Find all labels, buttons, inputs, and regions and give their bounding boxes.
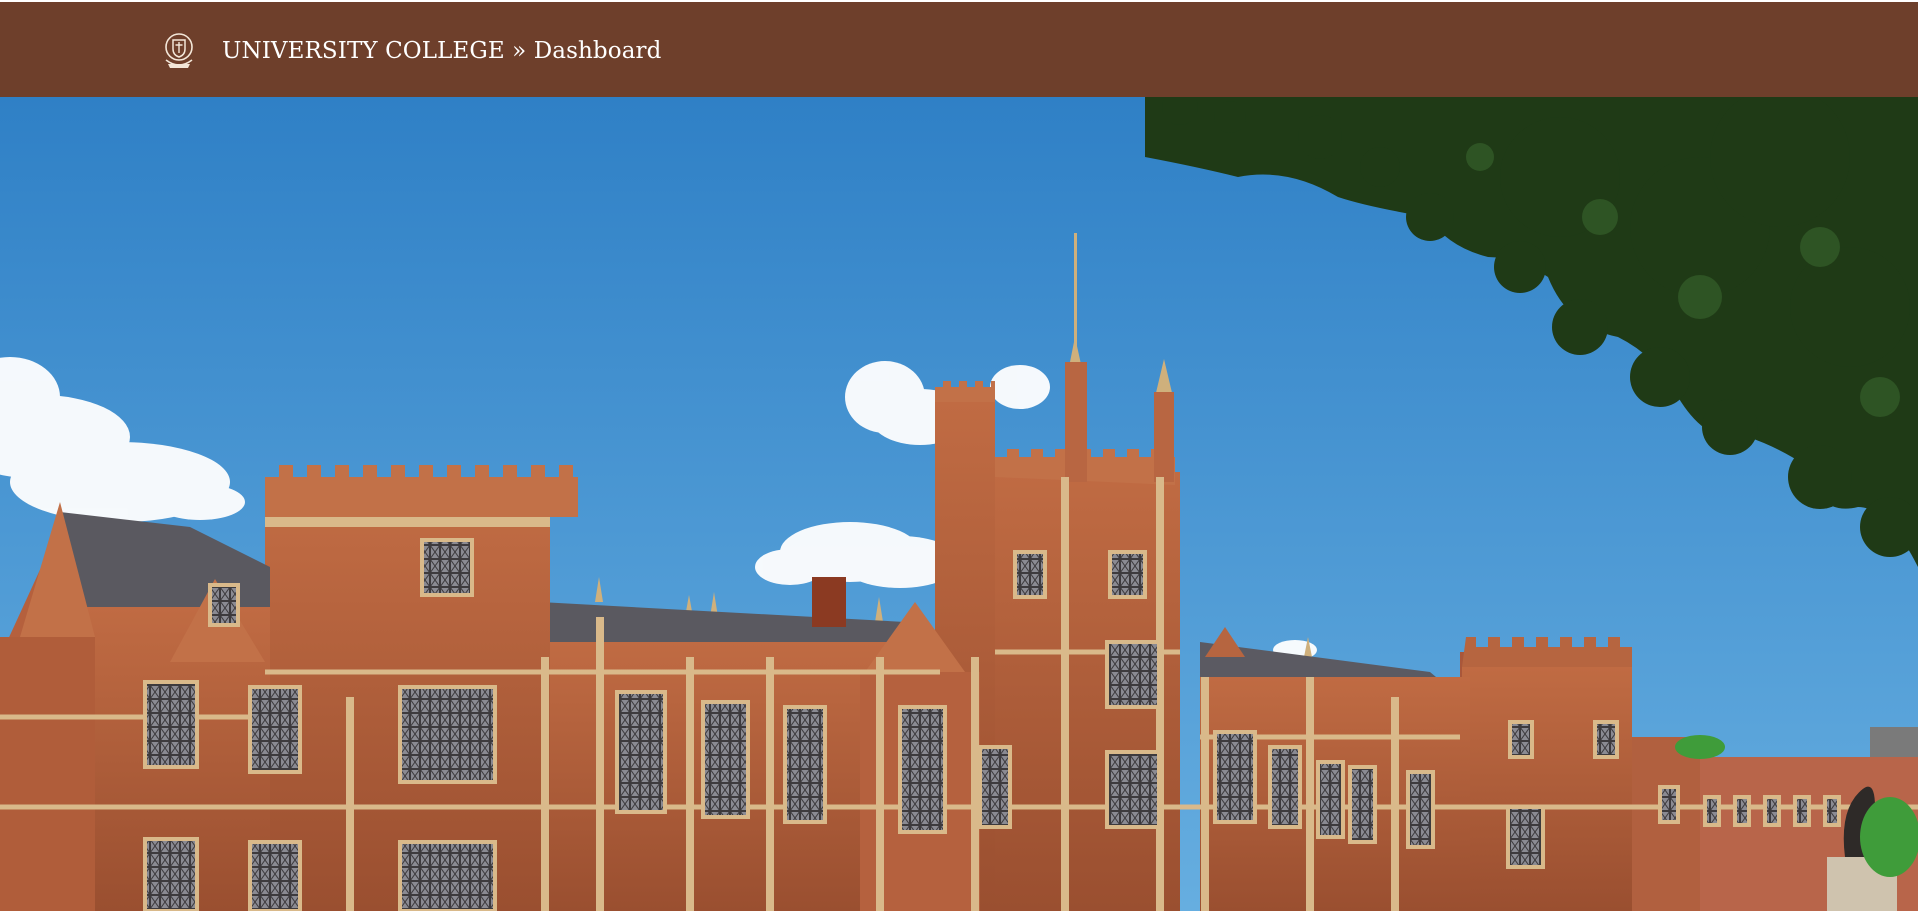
site-name: UNIVERSITY COLLEGE xyxy=(222,38,505,64)
page-title: Dashboard xyxy=(533,38,662,64)
breadcrumb: UNIVERSITY COLLEGE » Dashboard xyxy=(222,38,661,64)
top-navigation-bar: UNIVERSITY COLLEGE » Dashboard xyxy=(0,2,1918,97)
campus-hero-image xyxy=(0,97,1918,911)
campus-building-illustration xyxy=(0,97,1918,911)
dashboard-page: UNIVERSITY COLLEGE » Dashboard xyxy=(0,0,1918,911)
university-crest-icon xyxy=(165,33,193,68)
site-brand-link[interactable]: UNIVERSITY COLLEGE » Dashboard xyxy=(160,30,661,72)
breadcrumb-separator: » xyxy=(512,38,527,64)
